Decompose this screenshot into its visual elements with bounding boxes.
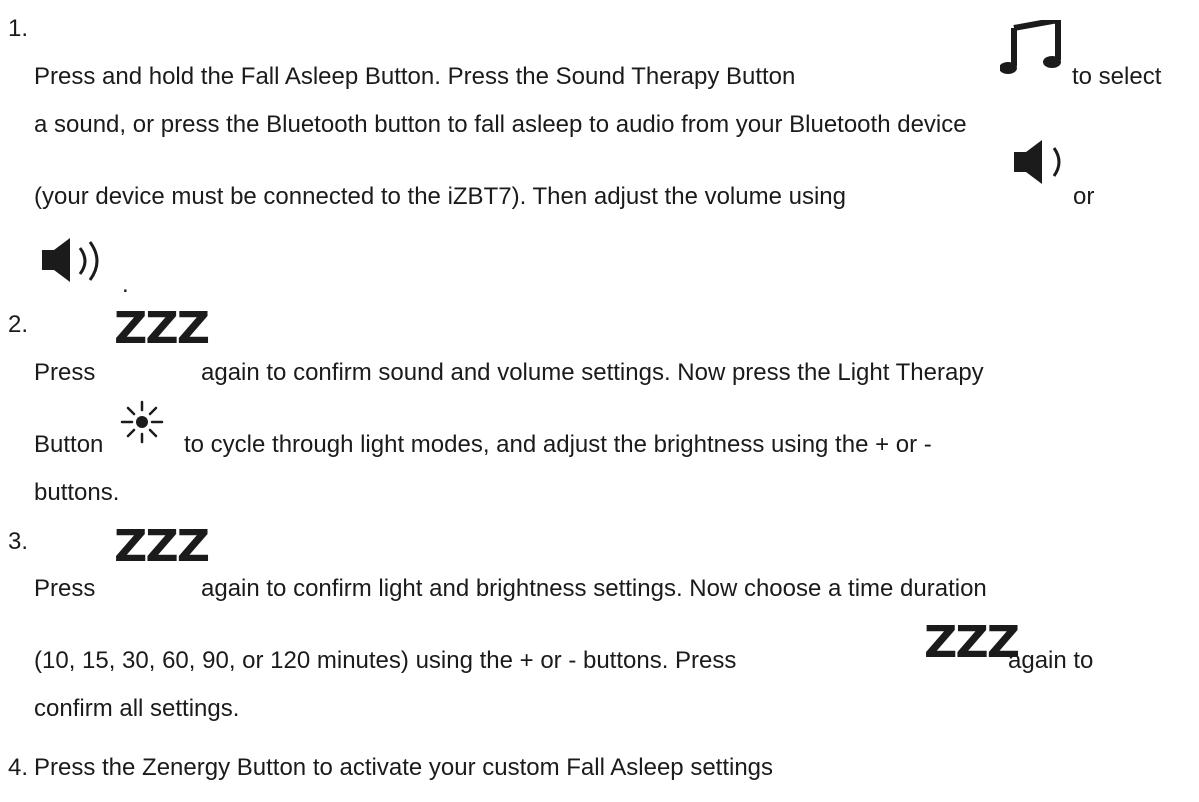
step-3-text-press: Press: [34, 575, 96, 602]
step-1-text-period: .: [122, 271, 129, 298]
volume-down-icon: [1014, 140, 1061, 184]
step-4-number: 4.: [8, 754, 29, 781]
step-2-number: 2.: [8, 311, 29, 338]
step-2-text-line-3: buttons.: [34, 479, 120, 506]
volume-up-icon: [42, 238, 99, 282]
step-2-text-press: Press: [34, 359, 96, 386]
fall-asleep-zzz-icon: ZZZ: [114, 520, 210, 572]
step-1-text-line-2: a sound, or press the Bluetooth button t…: [34, 111, 967, 138]
step-1-text-line-3: (your device must be connected to the iZ…: [34, 183, 846, 210]
step-3-number: 3.: [8, 528, 29, 555]
step-1-text-line-1-end: to select: [1072, 63, 1162, 90]
step-2-text-line-2: to cycle through light modes, and adjust…: [184, 431, 932, 458]
step-3-text-again-to: again to: [1008, 647, 1094, 674]
step-3-text-line-2: (10, 15, 30, 60, 90, or 120 minutes) usi…: [34, 647, 737, 674]
step-1-number: 1.: [8, 15, 29, 42]
fall-asleep-zzz-icon: ZZZ: [924, 616, 1020, 668]
step-2-text-line-1: again to confirm sound and volume settin…: [201, 359, 984, 386]
step-3-text-line-1: again to confirm light and brightness se…: [201, 575, 987, 602]
step-1-text-or: or: [1073, 183, 1095, 210]
music-note-icon: [1000, 20, 1061, 74]
step-3-text-line-3: confirm all settings.: [34, 695, 240, 722]
step-4-text-line-1: Press the Zenergy Button to activate you…: [34, 754, 774, 781]
light-therapy-icon: [120, 400, 164, 444]
fall-asleep-zzz-icon: ZZZ: [114, 302, 210, 354]
step-1-text-line-1: Press and hold the Fall Asleep Button. P…: [34, 63, 796, 90]
step-2-text-button: Button: [34, 431, 104, 458]
